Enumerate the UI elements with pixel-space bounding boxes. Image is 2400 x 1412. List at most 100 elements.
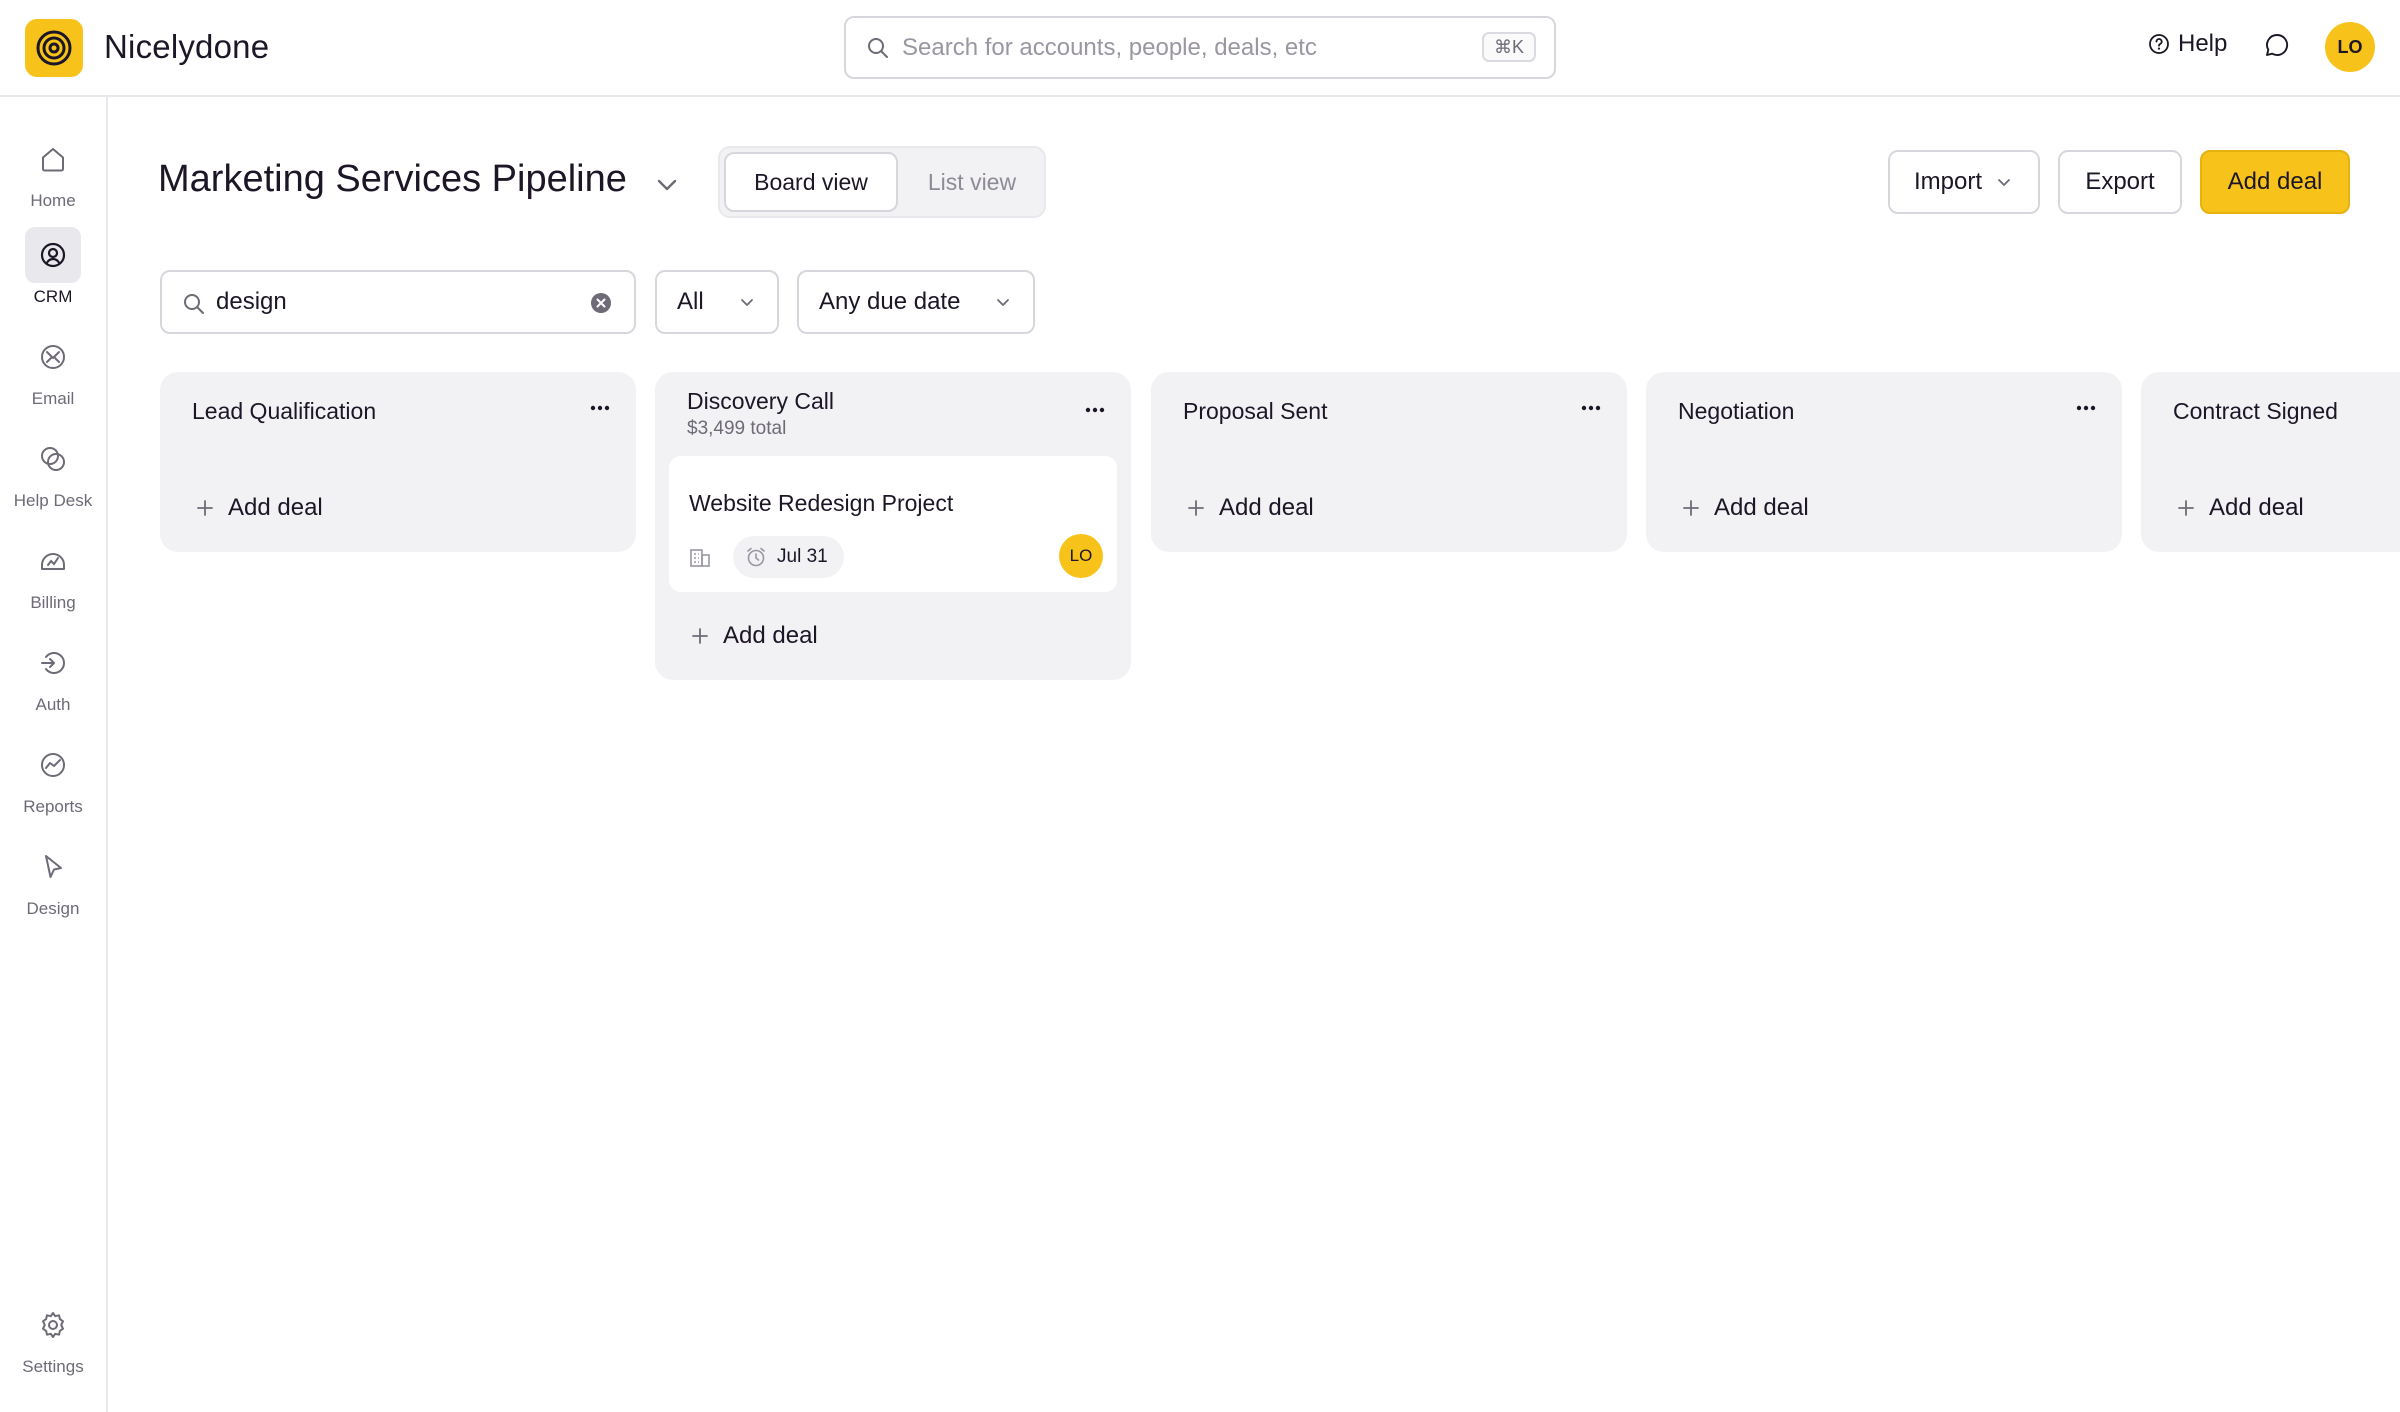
plus-icon	[1682, 499, 1700, 517]
chevron-down-icon	[1994, 172, 2014, 192]
column-title: Discovery Call	[687, 388, 834, 414]
help-button[interactable]: Help	[2148, 30, 2227, 58]
global-search-input[interactable]	[902, 30, 1462, 66]
due-date-filter-select[interactable]: Any due date	[797, 270, 1035, 334]
column-add-deal-button[interactable]: Add deal	[2177, 494, 2304, 522]
due-date-chip: Jul 31	[733, 536, 844, 578]
sidebar-item-settings[interactable]: Settings	[0, 1297, 106, 1387]
column-title: Proposal Sent	[1183, 398, 1328, 424]
help-desk-icon	[25, 431, 81, 487]
logo-spiral-icon	[36, 30, 72, 66]
board-column: Proposal Sent Add deal	[1151, 372, 1627, 552]
column-menu-button[interactable]	[2076, 404, 2096, 412]
more-horizontal-icon	[2076, 404, 2096, 412]
more-horizontal-icon	[1085, 406, 1105, 414]
sidebar-item-label: Billing	[30, 593, 76, 612]
chat-bubble-icon	[2264, 32, 2290, 58]
due-date-filter-value: Any due date	[819, 288, 961, 315]
deal-card[interactable]: Website Redesign Project Jul 31 LO	[669, 456, 1117, 592]
column-menu-button[interactable]	[1085, 406, 1105, 414]
sidebar-item-label: Help Desk	[13, 491, 93, 510]
column-add-deal-button[interactable]: Add deal	[196, 494, 323, 522]
cursor-pointer-icon	[25, 839, 81, 895]
sidebar-item-label: Design	[26, 899, 80, 918]
add-deal-button[interactable]: Add deal	[2200, 150, 2350, 214]
sidebar-item-label: Email	[31, 389, 75, 408]
board-column: Discovery Call $3,499 total Website Rede…	[655, 372, 1131, 680]
owner-filter-value: All	[677, 288, 704, 315]
pipeline-switcher[interactable]	[652, 170, 682, 200]
search-shortcut: ⌘K	[1481, 32, 1536, 62]
deal-title: Website Redesign Project	[689, 490, 954, 516]
column-menu-button[interactable]	[1581, 404, 1601, 412]
clear-search-icon[interactable]	[590, 292, 612, 314]
gear-icon	[25, 1297, 81, 1353]
column-add-deal-button[interactable]: Add deal	[1187, 494, 1314, 522]
sidebar-item-home[interactable]: Home	[0, 131, 106, 221]
export-button[interactable]: Export	[2058, 150, 2182, 214]
top-bar: Nicelydone ⌘K Help LO	[0, 0, 2400, 97]
reports-icon	[25, 737, 81, 793]
due-date-label: Jul 31	[777, 546, 828, 567]
help-label: Help	[2178, 30, 2228, 57]
add-deal-label: Add deal	[1219, 494, 1314, 521]
plus-icon	[691, 627, 709, 645]
sidebar-item-crm[interactable]: CRM	[0, 227, 106, 317]
more-horizontal-icon	[590, 404, 610, 412]
add-deal-label: Add deal	[1714, 494, 1809, 521]
add-deal-label: Add deal	[723, 622, 818, 649]
app-name: Nicelydone	[104, 28, 270, 65]
sidebar: Home CRM Email Help Desk Billing Auth Re…	[0, 97, 108, 1412]
building-icon	[689, 546, 711, 568]
tab-board-view[interactable]: Board view	[724, 152, 898, 212]
crm-icon	[25, 227, 81, 283]
search-icon	[866, 36, 890, 60]
board-column: Contract Signed Add deal	[2141, 372, 2400, 552]
board-column: Lead Qualification Add deal	[160, 372, 636, 552]
sidebar-item-billing[interactable]: Billing	[0, 533, 106, 623]
chevron-down-icon	[993, 292, 1013, 312]
tab-list-view[interactable]: List view	[904, 152, 1040, 212]
column-title: Lead Qualification	[192, 398, 377, 424]
plus-icon	[1187, 499, 1205, 517]
help-circle-icon	[2148, 33, 2170, 55]
owner-filter-select[interactable]: All	[655, 270, 779, 334]
deal-search-input[interactable]	[216, 284, 576, 320]
column-total: $3,499 total	[687, 418, 787, 439]
app-logo[interactable]	[25, 19, 83, 77]
chat-button[interactable]	[2264, 32, 2290, 58]
sidebar-item-design[interactable]: Design	[0, 839, 106, 929]
sidebar-item-auth[interactable]: Auth	[0, 635, 106, 725]
global-search[interactable]: ⌘K	[844, 16, 1556, 79]
more-horizontal-icon	[1581, 404, 1601, 412]
import-label: Import	[1913, 168, 1982, 195]
add-deal-label: Add deal	[228, 494, 323, 521]
column-title: Contract Signed	[2173, 398, 2338, 424]
sidebar-item-label: Auth	[35, 695, 71, 714]
auth-icon	[25, 635, 81, 691]
chevron-down-icon	[737, 292, 757, 312]
sidebar-item-reports[interactable]: Reports	[0, 737, 106, 827]
sidebar-item-help-desk[interactable]: Help Desk	[0, 431, 106, 521]
plus-icon	[196, 499, 214, 517]
search-icon	[182, 292, 206, 316]
view-toggle: Board view List view	[718, 146, 1046, 218]
board-column: Negotiation Add deal	[1646, 372, 2122, 552]
import-button[interactable]: Import	[1888, 150, 2040, 214]
sidebar-item-label: Reports	[23, 797, 83, 816]
add-deal-label: Add deal	[2209, 494, 2304, 521]
deal-owner-avatar: LO	[1059, 534, 1103, 578]
user-avatar[interactable]: LO	[2325, 22, 2375, 72]
alarm-clock-icon	[745, 546, 767, 568]
column-add-deal-button[interactable]: Add deal	[691, 622, 818, 650]
billing-icon	[25, 533, 81, 589]
column-add-deal-button[interactable]: Add deal	[1682, 494, 1809, 522]
column-menu-button[interactable]	[590, 404, 610, 412]
sidebar-item-label: Home	[30, 191, 76, 210]
email-icon	[25, 329, 81, 385]
sidebar-item-label: CRM	[33, 287, 73, 306]
sidebar-item-email[interactable]: Email	[0, 329, 106, 419]
column-title: Negotiation	[1678, 398, 1795, 424]
deal-search[interactable]	[160, 270, 636, 334]
plus-icon	[2177, 499, 2195, 517]
